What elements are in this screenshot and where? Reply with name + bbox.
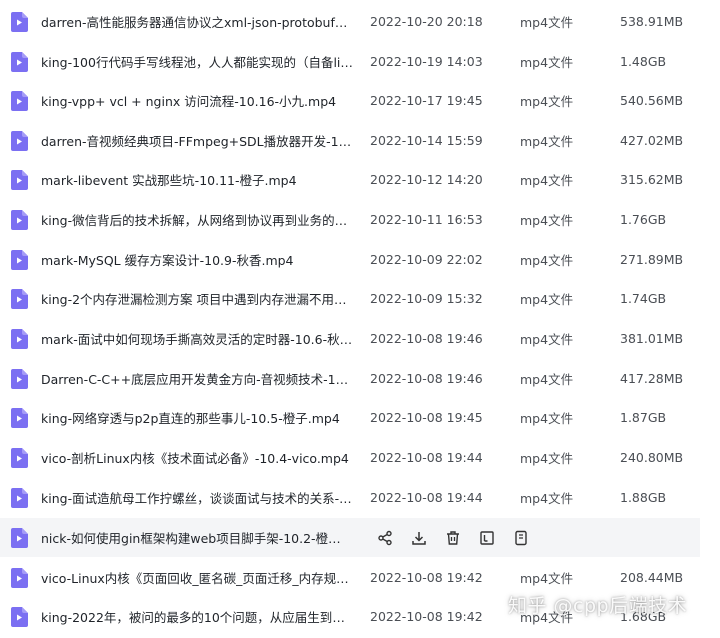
file-date: 2022-10-08 19:44 (370, 450, 483, 465)
file-size: 540.56MB (620, 93, 684, 108)
file-size: 1.48GB (620, 54, 667, 69)
file-type: mp4文件 (520, 451, 574, 466)
video-file-icon (11, 289, 28, 309)
file-row[interactable]: nick-如何使用gin框架构建web项目脚手架-10.2-橙子.m... (0, 518, 700, 557)
file-date: 2022-10-08 19:45 (370, 410, 483, 425)
file-type: mp4文件 (520, 253, 574, 268)
video-file-icon (11, 210, 28, 230)
file-type: mp4文件 (520, 332, 574, 347)
file-size: 427.02MB (620, 133, 684, 148)
file-row[interactable]: king-微信背后的技术拆解，从网络到协议再到业务的实... 2022-10-11… (0, 200, 700, 239)
file-date: 2022-10-08 19:42 (370, 570, 483, 585)
file-name[interactable]: vico-剖析Linux内核《技术面试必备》-10.4-vico.mp4 (41, 448, 353, 467)
file-date: 2022-10-08 19:46 (370, 371, 483, 386)
file-date: 2022-10-20 20:18 (370, 14, 483, 29)
row-actions (368, 518, 538, 557)
file-name[interactable]: king-2022年，被问的最多的10个问题，从应届生到工作... (41, 607, 353, 626)
file-type: mp4文件 (520, 372, 574, 387)
video-file-icon (11, 607, 28, 627)
file-name[interactable]: king-微信背后的技术拆解，从网络到协议再到业务的实... (41, 210, 353, 229)
file-row[interactable]: mark-libevent 实战那些坑-10.11-橙子.mp4 2022-10-… (0, 160, 700, 199)
video-file-icon (11, 568, 28, 588)
file-size: 1.74GB (620, 291, 667, 306)
file-row[interactable]: darren-高性能服务器通信协议之xml-json-protobuf对... 2… (0, 2, 700, 41)
video-file-icon (11, 250, 28, 270)
file-date: 2022-10-19 14:03 (370, 54, 483, 69)
file-type: mp4文件 (520, 173, 574, 188)
file-size: 315.62MB (620, 172, 684, 187)
file-row[interactable]: mark-面试中如何现场手撕高效灵活的定时器-10.6-秋香... 2022-10… (0, 319, 700, 358)
file-row[interactable]: king-vpp+ vcl + nginx 访问流程-10.16-小九.mp4 2… (0, 81, 700, 120)
file-name[interactable]: nick-如何使用gin框架构建web项目脚手架-10.2-橙子.m... (41, 528, 353, 547)
file-row[interactable]: king-2个内存泄漏检测方案 项目中遇到内存泄漏不用慌-... 2022-10-… (0, 279, 700, 318)
video-file-icon (11, 408, 28, 428)
file-name[interactable]: mark-libevent 实战那些坑-10.11-橙子.mp4 (41, 170, 353, 189)
file-type: mp4文件 (520, 213, 574, 228)
file-row[interactable]: mark-MySQL 缓存方案设计-10.9-秋香.mp4 2022-10-09 … (0, 240, 700, 279)
video-file-icon (11, 488, 28, 508)
file-type: mp4文件 (520, 571, 574, 586)
file-size: 381.01MB (620, 331, 684, 346)
file-date: 2022-10-14 15:59 (370, 133, 483, 148)
video-file-icon (11, 448, 28, 468)
more-icon[interactable] (504, 526, 538, 550)
watermark: 知乎 @cpp后端技术 (508, 595, 688, 617)
file-size: 1.88GB (620, 490, 667, 505)
file-type: mp4文件 (520, 15, 574, 30)
file-name[interactable]: king-网络穿透与p2p直连的那些事儿-10.5-橙子.mp4 (41, 408, 353, 427)
file-date: 2022-10-11 16:53 (370, 212, 483, 227)
video-file-icon (11, 329, 28, 349)
delete-icon[interactable] (436, 526, 470, 550)
file-name[interactable]: Darren-C-C++底层应用开发黄金方向-音视频技术-10.7-... (41, 369, 353, 388)
file-name[interactable]: vico-Linux内核《页面回收_匿名碳_页面迁移_内存规整原... (41, 568, 353, 587)
file-size: 240.80MB (620, 450, 684, 465)
rename-icon[interactable] (470, 526, 504, 550)
file-type: mp4文件 (520, 292, 574, 307)
file-type: mp4文件 (520, 411, 574, 426)
video-file-icon (11, 52, 28, 72)
file-row[interactable]: Darren-C-C++底层应用开发黄金方向-音视频技术-10.7-... 202… (0, 359, 700, 398)
file-type: mp4文件 (520, 134, 574, 149)
file-date: 2022-10-09 15:32 (370, 291, 483, 306)
file-date: 2022-10-17 19:45 (370, 93, 483, 108)
file-size: 208.44MB (620, 570, 684, 585)
download-icon[interactable] (402, 526, 436, 550)
file-date: 2022-10-08 19:46 (370, 331, 483, 346)
file-size: 1.87GB (620, 410, 667, 425)
file-name[interactable]: darren-音视频经典项目-FFmpeg+SDL播放器开发-10.1... (41, 131, 353, 150)
video-file-icon (11, 131, 28, 151)
video-file-icon (11, 91, 28, 111)
file-type: mp4文件 (520, 491, 574, 506)
file-name[interactable]: king-vpp+ vcl + nginx 访问流程-10.16-小九.mp4 (41, 91, 353, 110)
file-row[interactable]: vico-剖析Linux内核《技术面试必备》-10.4-vico.mp4 2022… (0, 438, 700, 477)
file-name[interactable]: king-100行代码手写线程池，人人都能实现的（自备linu... (41, 52, 353, 71)
file-size: 417.28MB (620, 371, 684, 386)
file-size: 1.76GB (620, 212, 667, 227)
video-file-icon (11, 528, 28, 548)
file-type: mp4文件 (520, 94, 574, 109)
file-row[interactable]: king-网络穿透与p2p直连的那些事儿-10.5-橙子.mp4 2022-10-… (0, 398, 700, 437)
file-name[interactable]: mark-面试中如何现场手撕高效灵活的定时器-10.6-秋香... (41, 329, 353, 348)
share-icon[interactable] (368, 526, 402, 550)
file-row[interactable]: king-面试造航母工作拧螺丝，谈谈面试与技术的关系-10... 2022-10-… (0, 478, 700, 517)
file-type: mp4文件 (520, 55, 574, 70)
file-date: 2022-10-09 22:02 (370, 252, 483, 267)
file-size: 538.91MB (620, 14, 684, 29)
file-name[interactable]: darren-高性能服务器通信协议之xml-json-protobuf对... (41, 12, 353, 31)
video-file-icon (11, 369, 28, 389)
file-row[interactable]: king-100行代码手写线程池，人人都能实现的（自备linu... 2022-1… (0, 42, 700, 81)
file-name[interactable]: king-面试造航母工作拧螺丝，谈谈面试与技术的关系-10... (41, 488, 353, 507)
file-date: 2022-10-08 19:44 (370, 490, 483, 505)
file-name[interactable]: king-2个内存泄漏检测方案 项目中遇到内存泄漏不用慌-... (41, 289, 353, 308)
file-date: 2022-10-12 14:20 (370, 172, 483, 187)
file-size: 271.89MB (620, 252, 684, 267)
file-name[interactable]: mark-MySQL 缓存方案设计-10.9-秋香.mp4 (41, 250, 353, 269)
file-date: 2022-10-08 19:42 (370, 609, 483, 624)
video-file-icon (11, 12, 28, 32)
file-row[interactable]: darren-音视频经典项目-FFmpeg+SDL播放器开发-10.1... 20… (0, 121, 700, 160)
video-file-icon (11, 170, 28, 190)
